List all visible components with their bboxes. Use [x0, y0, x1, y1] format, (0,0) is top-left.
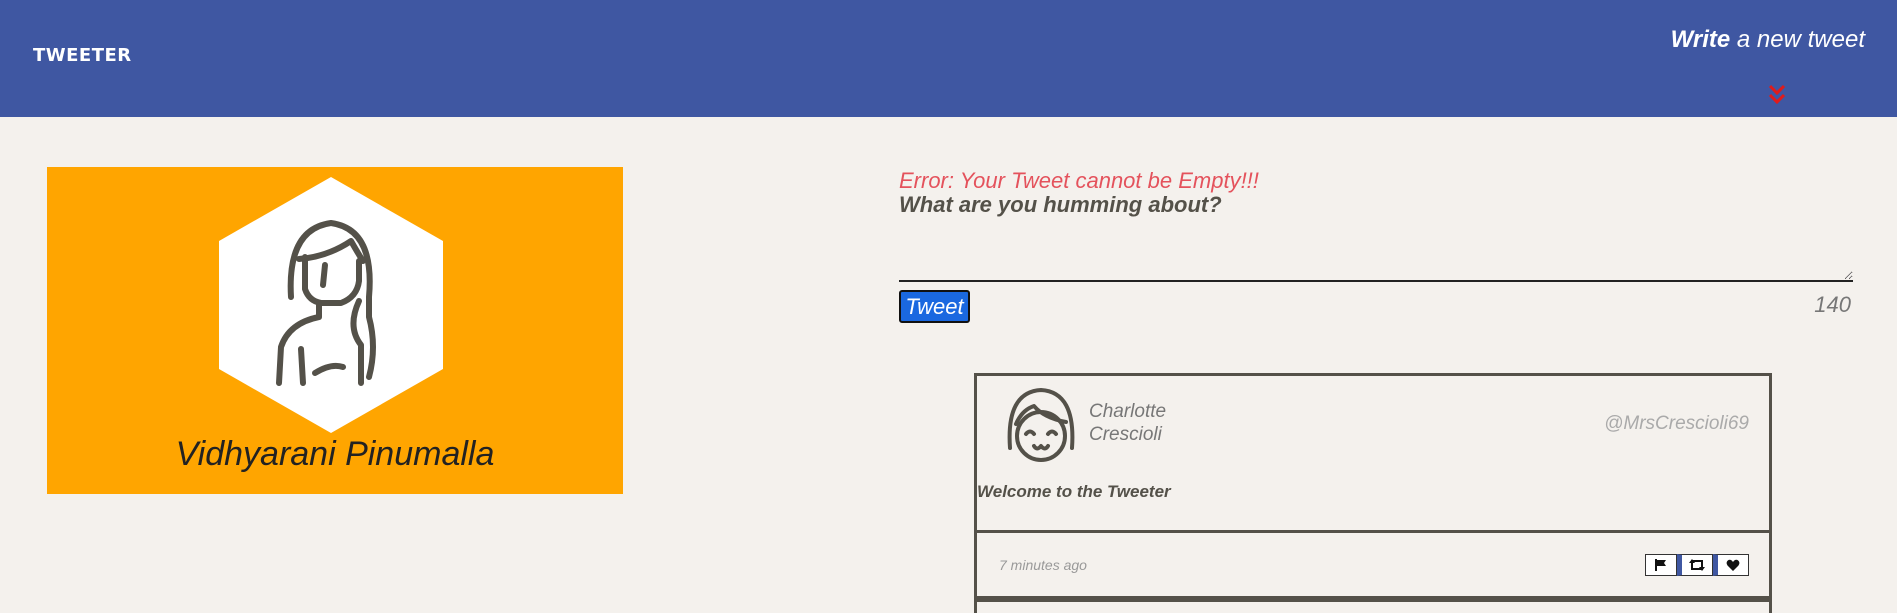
flag-button[interactable] [1645, 554, 1677, 576]
character-counter: 140 [1814, 292, 1851, 317]
tweet-actions [1645, 554, 1749, 576]
double-chevron-down-icon[interactable] [1767, 83, 1787, 107]
woman-avatar-icon [219, 177, 443, 433]
tweet-author-name: Charlotte Crescioli [1089, 401, 1167, 445]
tweet-card-divider [977, 596, 1769, 602]
composer-prompt: What are you humming about? [899, 192, 1222, 217]
heart-icon [1726, 559, 1740, 571]
flag-icon [1655, 559, 1666, 571]
profile-name: Vidhyarani Pinumalla [175, 435, 495, 473]
tweet-footer: 7 minutes ago [977, 530, 1769, 598]
tweet-author-handle: @MrsCrescioli69 [1604, 413, 1749, 434]
brand-logo[interactable]: TWEETER [33, 45, 132, 66]
tweet-textarea[interactable] [899, 220, 1853, 282]
retweet-icon [1689, 559, 1705, 571]
tweet-timestamp: 7 minutes ago [999, 557, 1087, 573]
error-message: Error: Your Tweet cannot be Empty!!! [899, 168, 1259, 193]
tweet-content: Welcome to the Tweeter [977, 482, 1171, 501]
compose-toggle-text: a new tweet [1730, 26, 1865, 53]
girl-avatar-icon [1007, 388, 1075, 462]
profile-card: Vidhyarani Pinumalla [47, 167, 623, 494]
compose-toggle-bold: Write [1670, 26, 1731, 53]
write-tweet-toggle[interactable]: Write a new tweet [1671, 26, 1865, 54]
top-navbar: TWEETER Write a new tweet [0, 0, 1897, 117]
tweet-card: Charlotte Crescioli @MrsCrescioli69 Welc… [974, 373, 1772, 613]
like-button[interactable] [1713, 554, 1749, 576]
retweet-button[interactable] [1677, 554, 1713, 576]
tweet-button[interactable]: Tweet [899, 290, 970, 323]
